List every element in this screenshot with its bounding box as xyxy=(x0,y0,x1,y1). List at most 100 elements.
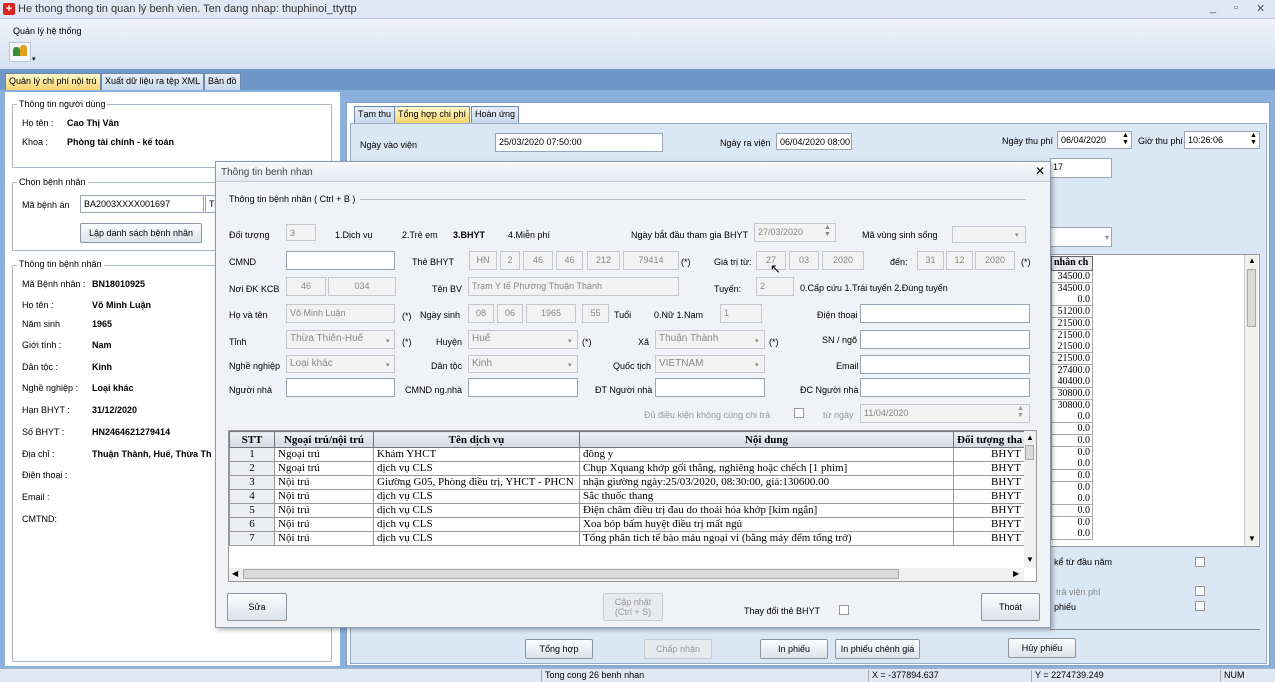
table-header-cell[interactable]: STT xyxy=(229,431,275,448)
ethnic-select[interactable]: Kinh xyxy=(468,355,578,373)
pay-date-spinner-icon[interactable]: ▲ ▼ xyxy=(1122,132,1129,146)
valid-from-month[interactable]: 03 xyxy=(789,251,819,270)
email-field[interactable] xyxy=(860,355,1030,374)
tab-tong-hop-chi-phi[interactable]: Tổng hợp chi phí xyxy=(394,106,470,123)
card-part-3[interactable]: 46 xyxy=(523,251,553,270)
region-dropdown-icon[interactable]: ▾ xyxy=(1015,230,1019,242)
table-row[interactable]: 6 Nội trú dịch vụ CLS Xoa bóp bấm huyệt điề… xyxy=(229,517,1025,532)
bhyt-start-spinner-icon[interactable]: ▲ ▼ xyxy=(824,224,831,238)
bg-option-1-checkbox[interactable] xyxy=(1195,557,1205,567)
bg-grid-scrollbar[interactable]: ▲ ▼ xyxy=(1244,255,1258,545)
card-part-2[interactable]: 2 xyxy=(500,251,520,270)
table-header-cell[interactable]: Đối tượng tha xyxy=(953,431,1025,448)
province-dropdown-icon[interactable]: ▾ xyxy=(386,336,390,348)
pay-time-field[interactable]: 10:26:06 xyxy=(1184,131,1260,149)
route-field[interactable]: 2 xyxy=(756,277,794,296)
record-input[interactable]: BA2003XXXX001697 xyxy=(80,195,204,213)
menu-system[interactable]: Quản lý hệ thống xyxy=(13,26,82,36)
name-field[interactable]: Võ Minh Luận xyxy=(286,304,395,323)
valid-to-year[interactable]: 2020 xyxy=(975,251,1015,270)
toolbar-users-icon[interactable]: ▾ xyxy=(9,42,36,63)
district-select[interactable]: Huế xyxy=(468,330,578,349)
street-field[interactable] xyxy=(860,330,1030,349)
tab-ban-do[interactable]: Bản đồ xyxy=(204,73,241,90)
in-phieu-button[interactable]: In phiếu xyxy=(760,639,828,659)
table-header-cell[interactable]: Ngoại trú/nội trú xyxy=(274,431,374,448)
pay-date-field[interactable]: 06/04/2020 xyxy=(1057,131,1132,149)
card-part-1[interactable]: HN xyxy=(469,251,497,270)
nation-select[interactable]: VIETNAM xyxy=(655,355,765,373)
admit-date-field[interactable]: 25/03/2020 07:50:00 xyxy=(495,133,663,152)
cond-checkbox[interactable] xyxy=(794,408,804,418)
phone-field[interactable] xyxy=(860,304,1030,323)
province-select[interactable]: Thừa Thiên-Huế xyxy=(286,330,395,349)
table-vscroll-thumb[interactable] xyxy=(1025,445,1034,460)
maximize-button[interactable]: ▫ xyxy=(1234,2,1238,14)
table-row[interactable]: 1 Ngoại trú Khám YHCT đông y BHYT xyxy=(229,447,1025,462)
table-header-cell[interactable]: Tên dịch vụ xyxy=(373,431,580,448)
card-part-6[interactable]: 79414 xyxy=(623,251,679,270)
edit-button[interactable]: Sửa xyxy=(227,593,287,621)
chap-nhan-button[interactable]: Chấp nhận xyxy=(644,639,712,659)
table-row[interactable]: 3 Nội trú Giường G05, Phòng điều trị, YHCT… xyxy=(229,475,1025,490)
table-hscroll-thumb[interactable] xyxy=(243,569,899,579)
reg-part-1[interactable]: 46 xyxy=(286,277,326,296)
bg-option-3-checkbox[interactable] xyxy=(1195,601,1205,611)
discharge-date-field[interactable]: 06/04/2020 08:00 xyxy=(776,133,852,150)
table-header-cell[interactable]: Nội dung xyxy=(579,431,954,448)
close-window-button[interactable]: ✕ xyxy=(1256,2,1265,15)
object-field[interactable]: 3 xyxy=(286,224,316,241)
dob-month[interactable]: 06 xyxy=(497,304,523,323)
table-vscroll[interactable]: ▲ ▼ xyxy=(1024,431,1036,568)
exit-button[interactable]: Thoát xyxy=(981,593,1040,621)
table-scroll-up-icon[interactable]: ▲ xyxy=(1026,433,1034,442)
tab-hoan-ung[interactable]: Hoàn ứng xyxy=(471,106,520,123)
from-date-field[interactable]: 11/04/2020 xyxy=(860,404,1030,423)
table-scroll-left-icon[interactable]: ◀ xyxy=(232,569,238,578)
tab-xuat-xml[interactable]: Xuất dữ liệu ra tệp XML xyxy=(101,73,205,90)
ethnic-dropdown-icon[interactable]: ▾ xyxy=(568,360,572,372)
update-button[interactable]: Cập nhật (Ctrl + S) xyxy=(603,593,663,621)
patient-list-button[interactable]: Lập danh sách bệnh nhân xyxy=(80,223,202,243)
bg-option-2-checkbox[interactable] xyxy=(1195,586,1205,596)
tong-hop-button[interactable]: Tổng hợp xyxy=(525,639,593,659)
cmnd-field[interactable] xyxy=(286,251,395,270)
valid-from-year[interactable]: 2020 xyxy=(822,251,864,270)
table-row[interactable]: 5 Nội trú dịch vụ CLS Điện châm điều trị đa… xyxy=(229,503,1025,518)
from-date-spinner-icon[interactable]: ▲ ▼ xyxy=(1017,405,1024,419)
reg-part-2[interactable]: 034 xyxy=(328,277,396,296)
change-card-checkbox[interactable] xyxy=(839,605,849,615)
job-select[interactable]: Loại khác xyxy=(286,355,395,373)
bg-scroll-down-icon[interactable]: ▼ xyxy=(1248,534,1256,543)
relative-field[interactable] xyxy=(286,378,395,397)
bg-dropdown[interactable]: ▾ xyxy=(1050,227,1112,247)
table-row[interactable]: 7 Nội trú dịch vụ CLS Tổng phân tích tế bào… xyxy=(229,531,1025,546)
table-row[interactable]: 4 Nội trú dịch vụ CLS Sắc thuốc thang BHYT xyxy=(229,489,1025,504)
card-part-4[interactable]: 46 xyxy=(556,251,583,270)
relative-phone-field[interactable] xyxy=(655,378,765,397)
age-field[interactable]: 55 xyxy=(582,304,609,323)
table-scroll-right-icon[interactable]: ▶ xyxy=(1013,569,1019,578)
dob-year[interactable]: 1965 xyxy=(526,304,576,323)
table-row[interactable]: 2 Ngoại trú dịch vụ CLS Chụp Xquang khớp gố… xyxy=(229,461,1025,476)
valid-to-day[interactable]: 31 xyxy=(917,251,944,270)
tab-tam-thu[interactable]: Tạm thu xyxy=(354,106,396,123)
valid-to-month[interactable]: 12 xyxy=(946,251,973,270)
relative-address-field[interactable] xyxy=(860,378,1030,397)
card-part-5[interactable]: 212 xyxy=(587,251,620,270)
nation-dropdown-icon[interactable]: ▾ xyxy=(755,360,759,372)
bg-scroll-up-icon[interactable]: ▲ xyxy=(1248,256,1256,265)
gender-field[interactable]: 1 xyxy=(720,304,762,323)
district-dropdown-icon[interactable]: ▾ xyxy=(568,336,572,348)
relative-id-field[interactable] xyxy=(468,378,578,397)
minimize-button[interactable]: _ xyxy=(1210,2,1216,14)
huy-phieu-button[interactable]: Hủy phiếu xyxy=(1008,638,1076,658)
ward-select[interactable]: Thuận Thành xyxy=(655,330,765,349)
ward-dropdown-icon[interactable]: ▾ xyxy=(755,336,759,348)
table-scroll-down-icon[interactable]: ▼ xyxy=(1026,555,1034,564)
in-phieu-chenh-gia-button[interactable]: In phiếu chênh giá xyxy=(835,639,920,659)
dialog-close-icon[interactable]: ✕ xyxy=(1035,165,1045,177)
bg-scroll-thumb[interactable] xyxy=(1247,269,1256,327)
dob-day[interactable]: 08 xyxy=(468,304,494,323)
job-dropdown-icon[interactable]: ▾ xyxy=(386,360,390,372)
